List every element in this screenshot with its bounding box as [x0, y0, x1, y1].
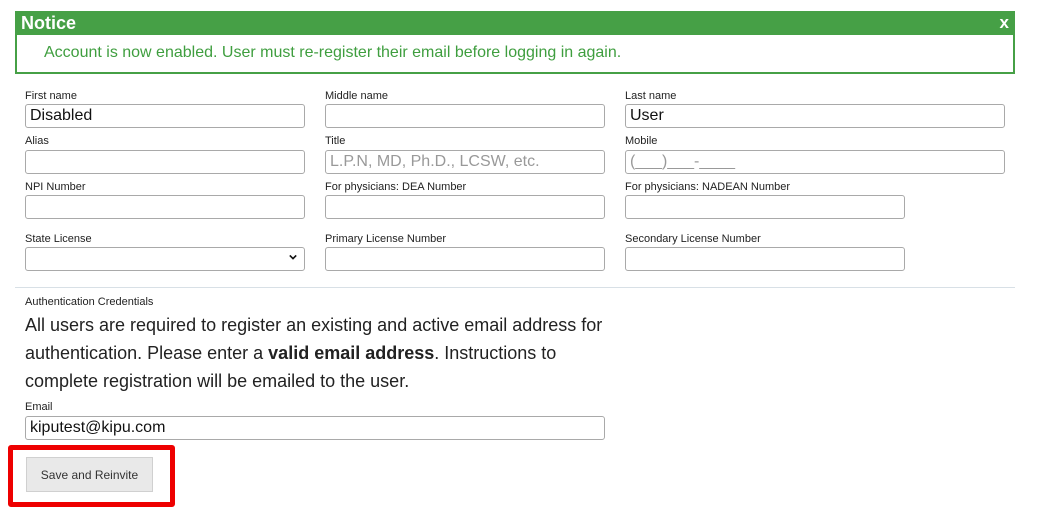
last-name-input[interactable] [625, 104, 1005, 128]
dea-label: For physicians: DEA Number [325, 181, 467, 193]
state-license-label: State License [25, 233, 92, 245]
secondary-license-label: Secondary License Number [625, 233, 761, 245]
section-divider [15, 287, 1015, 288]
primary-license-label: Primary License Number [325, 233, 447, 245]
npi-label: NPI Number [25, 181, 86, 193]
notice-title: Notice [21, 13, 77, 33]
npi-input[interactable] [25, 195, 305, 219]
mobile-input[interactable] [625, 150, 1005, 174]
alias-input[interactable] [25, 150, 305, 174]
auth-text-bold: valid email address [268, 343, 435, 363]
nadean-input[interactable] [625, 195, 905, 219]
notice-header: Notice x [15, 11, 1015, 35]
auth-instructions: All users are required to register an ex… [25, 311, 625, 395]
dea-input[interactable] [325, 195, 605, 219]
title-input[interactable] [325, 150, 605, 174]
notice-message: Account is now enabled. User must re-reg… [44, 44, 622, 61]
middle-name-input[interactable] [325, 104, 605, 128]
last-name-label: Last name [625, 90, 677, 102]
email-field[interactable] [25, 416, 605, 440]
first-name-label: First name [25, 90, 77, 102]
save-and-reinvite-button[interactable]: Save and Reinvite [26, 457, 153, 492]
alias-label: Alias [25, 135, 49, 147]
primary-license-input[interactable] [325, 247, 605, 271]
title-label: Title [325, 135, 346, 147]
secondary-license-input[interactable] [625, 247, 905, 271]
nadean-label: For physicians: NADEAN Number [625, 181, 791, 193]
state-license-select-wrap[interactable] [25, 247, 305, 271]
email-label: Email [25, 401, 53, 413]
middle-name-label: Middle name [325, 90, 388, 102]
notice-banner: Notice x Account is now enabled. User mu… [15, 11, 1015, 74]
state-license-select[interactable] [25, 247, 305, 271]
close-icon[interactable]: x [1000, 13, 1009, 33]
first-name-input[interactable] [25, 104, 305, 128]
auth-section-label: Authentication Credentials [25, 296, 154, 308]
mobile-label: Mobile [625, 135, 658, 147]
